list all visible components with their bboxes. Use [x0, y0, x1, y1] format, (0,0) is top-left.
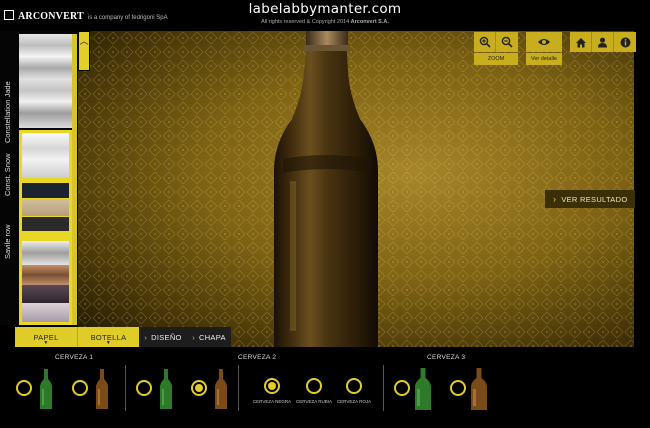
radio-cerveza-negra-selected[interactable]	[264, 378, 280, 394]
user-icon	[598, 37, 607, 47]
nav-group	[570, 32, 636, 52]
swatch-metallic-group[interactable]	[19, 238, 72, 325]
brown-bottle-thumbnail[interactable]	[215, 369, 227, 409]
site-title: labelabbymanter.com	[248, 1, 402, 17]
group-title-cerveza-3: CERVEZA 3	[427, 354, 466, 361]
view-detail-button[interactable]	[526, 32, 562, 52]
beer-bottle-preview	[274, 31, 378, 347]
view-toolbar: ZOOM Ver detalle	[474, 32, 636, 65]
zoom-group: ZOOM	[474, 32, 518, 65]
swatch-pearl	[22, 303, 69, 322]
radio-cerveza-3-brown[interactable]	[450, 380, 466, 396]
swatch-const-snow-selected[interactable]	[19, 130, 72, 180]
brown-bottle-thumbnail[interactable]	[471, 368, 487, 410]
group-divider	[238, 365, 239, 411]
radio-cerveza-rubia[interactable]	[306, 378, 322, 394]
group-title-cerveza-1: CERVEZA 1	[55, 354, 94, 361]
green-bottle-thumbnail[interactable]	[415, 368, 431, 410]
user-button[interactable]	[592, 32, 614, 52]
swatch-plum	[22, 285, 69, 303]
radio-cerveza-1-green[interactable]	[16, 380, 32, 396]
scroll-up-button[interactable]: ︿	[78, 31, 90, 71]
zoom-out-icon	[501, 36, 513, 48]
info-icon	[620, 37, 630, 47]
swatch-const-snow	[22, 133, 69, 177]
info-button[interactable]	[614, 32, 636, 52]
swatch-constellation-jade[interactable]	[19, 34, 72, 128]
chevron-right-icon: ›	[553, 194, 557, 204]
eye-icon	[538, 39, 550, 45]
swatch-list	[19, 34, 72, 325]
category-label-constellation-jade[interactable]: Constellation Jade	[3, 33, 12, 143]
swatch-scroll-thumb[interactable]	[72, 34, 77, 325]
paper-swatch-panel: Constellation Jade Const. Snow Savile ro…	[0, 31, 78, 325]
zoom-label: ZOOM	[474, 53, 518, 65]
option-label-cerveza-roja: CERVEZA ROJA	[336, 399, 372, 404]
header: ARCONVERT is a company of fedrigoni SpA …	[0, 0, 650, 30]
radio-cerveza-3-green[interactable]	[394, 380, 410, 396]
radio-cerveza-1-brown[interactable]	[72, 380, 88, 396]
green-bottle-thumbnail[interactable]	[160, 369, 172, 409]
option-label-cerveza-rubia: CERVEZA RUBIA	[296, 399, 332, 404]
editor-tabs: PAPEL ▼ BOTELLA ▼ › DISEÑO › CHAPA	[15, 327, 231, 347]
copyright-text: All rights reserved & Copyright 2014 Arc…	[0, 19, 650, 25]
bottle-selector-bar: CERVEZA 1 CERVEZA 2 CERVEZA NEGRA CERVEZ…	[0, 349, 650, 428]
home-icon	[575, 37, 586, 47]
detail-label: Ver detalle	[526, 53, 562, 65]
brown-bottle-thumbnail[interactable]	[96, 369, 108, 409]
chevron-right-icon: ›	[144, 332, 148, 342]
chevron-right-icon: ›	[192, 332, 195, 342]
home-button[interactable]	[570, 32, 592, 52]
view-result-button[interactable]: › VER RESULTADO	[545, 190, 635, 208]
view-result-label: VER RESULTADO	[561, 194, 628, 204]
swatch-navy	[22, 183, 69, 198]
category-label-savile-row[interactable]: Savile row	[3, 199, 12, 259]
swatch-savile-row-group[interactable]	[19, 180, 72, 238]
group-divider	[125, 365, 126, 411]
swatch-beige	[22, 199, 69, 216]
swatch-scrollbar[interactable]	[72, 34, 77, 325]
copyright-prefix: All rights reserved & Copyright 2014	[261, 19, 350, 25]
detail-group: Ver detalle	[526, 32, 562, 65]
zoom-out-button[interactable]	[496, 32, 518, 52]
swatch-copper	[22, 265, 69, 285]
tab-diseno[interactable]: › DISEÑO	[139, 327, 187, 347]
swatch-silver	[22, 241, 69, 265]
radio-cerveza-2-green[interactable]	[136, 380, 152, 396]
chevron-up-icon: ︿	[79, 36, 89, 46]
tab-chapa[interactable]: › CHAPA	[187, 327, 231, 347]
zoom-in-icon	[479, 36, 491, 48]
radio-cerveza-2-brown-selected[interactable]	[191, 380, 207, 396]
green-bottle-thumbnail[interactable]	[40, 369, 52, 409]
tab-chapa-label: CHAPA	[199, 332, 226, 342]
group-divider	[383, 365, 384, 411]
tab-botella[interactable]: BOTELLA ▼	[77, 327, 139, 347]
caret-down-icon: ▼	[105, 340, 112, 346]
zoom-in-button[interactable]	[474, 32, 496, 52]
group-title-cerveza-2: CERVEZA 2	[238, 354, 277, 361]
option-label-cerveza-negra: CERVEZA NEGRA	[252, 399, 292, 404]
bottle-preview-stage	[78, 31, 634, 347]
tab-papel[interactable]: PAPEL ▼	[15, 327, 77, 347]
tab-diseno-label: DISEÑO	[151, 332, 182, 342]
category-label-const-snow[interactable]: Const. Snow	[3, 136, 12, 196]
copyright-company: Arconvert S.A.	[350, 19, 389, 25]
caret-down-icon: ▼	[43, 340, 49, 346]
swatch-charcoal	[22, 217, 69, 231]
radio-cerveza-roja[interactable]	[346, 378, 362, 394]
app-window: ARCONVERT is a company of fedrigoni SpA …	[0, 0, 650, 428]
